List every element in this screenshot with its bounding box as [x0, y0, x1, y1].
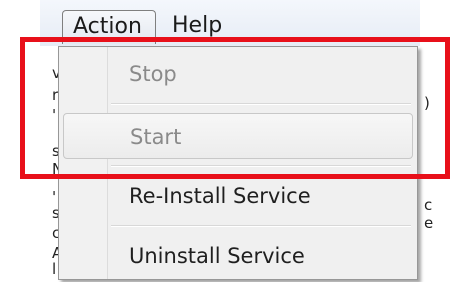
- background-text-fragment: c: [424, 196, 433, 214]
- menu-separator: [111, 225, 411, 227]
- background-text-fragment: l: [52, 260, 57, 278]
- highlight-annotation-box: [20, 37, 450, 179]
- menu-item-label: Uninstall Service: [129, 244, 305, 268]
- menu-item-uninstall-service[interactable]: Uninstall Service: [63, 233, 413, 279]
- menu-item-reinstall-service[interactable]: Re-Install Service: [63, 173, 413, 219]
- menu-item-label: Re-Install Service: [129, 184, 311, 208]
- background-text-fragment: e: [424, 214, 434, 232]
